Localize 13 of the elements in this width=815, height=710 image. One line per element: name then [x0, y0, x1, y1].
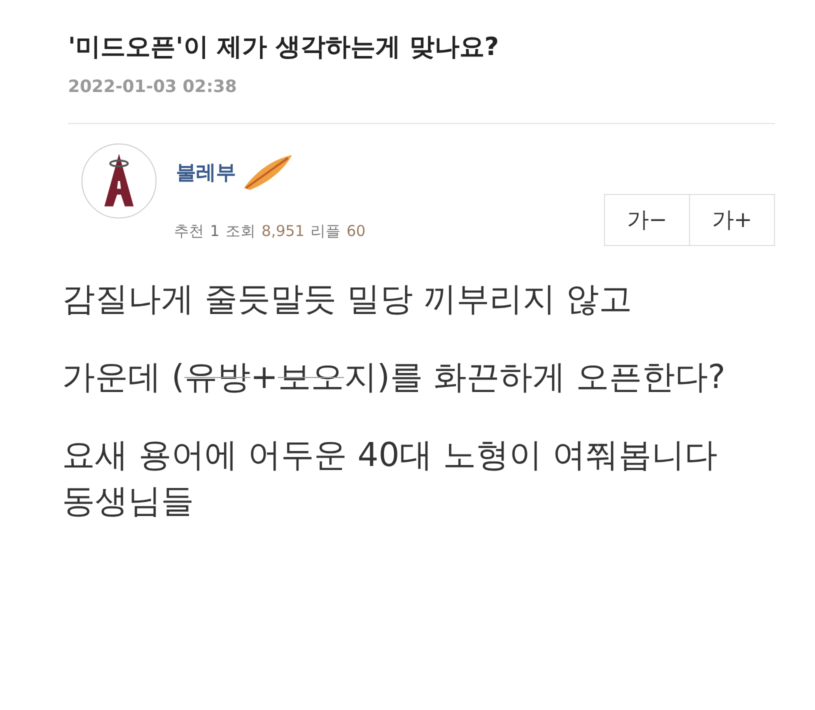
- post-paragraph: 요새 용어에 어두운 40대 노형이 여쭤봅니다 동생님들: [62, 434, 718, 522]
- post-date: 2022-01-03 02:38: [67, 77, 238, 97]
- post-paragraph: 감질나게 줄듯말듯 밀당 끼부리지 않고: [62, 278, 633, 320]
- stat-value: 1: [210, 222, 220, 241]
- font-size-button[interactable]: 가−: [604, 194, 690, 246]
- stat-label: 리플: [310, 222, 340, 241]
- stat-value: 60: [346, 222, 366, 241]
- author-name[interactable]: 불레부: [176, 158, 236, 186]
- stat-label: 조회: [226, 222, 256, 241]
- stat-label: 추천: [174, 222, 204, 241]
- post-title: '미드오픈'이 제가 생각하는게 맞나요?: [67, 31, 500, 63]
- stat-value: 8,951: [262, 222, 304, 241]
- font-size-button[interactable]: 가+: [689, 194, 775, 246]
